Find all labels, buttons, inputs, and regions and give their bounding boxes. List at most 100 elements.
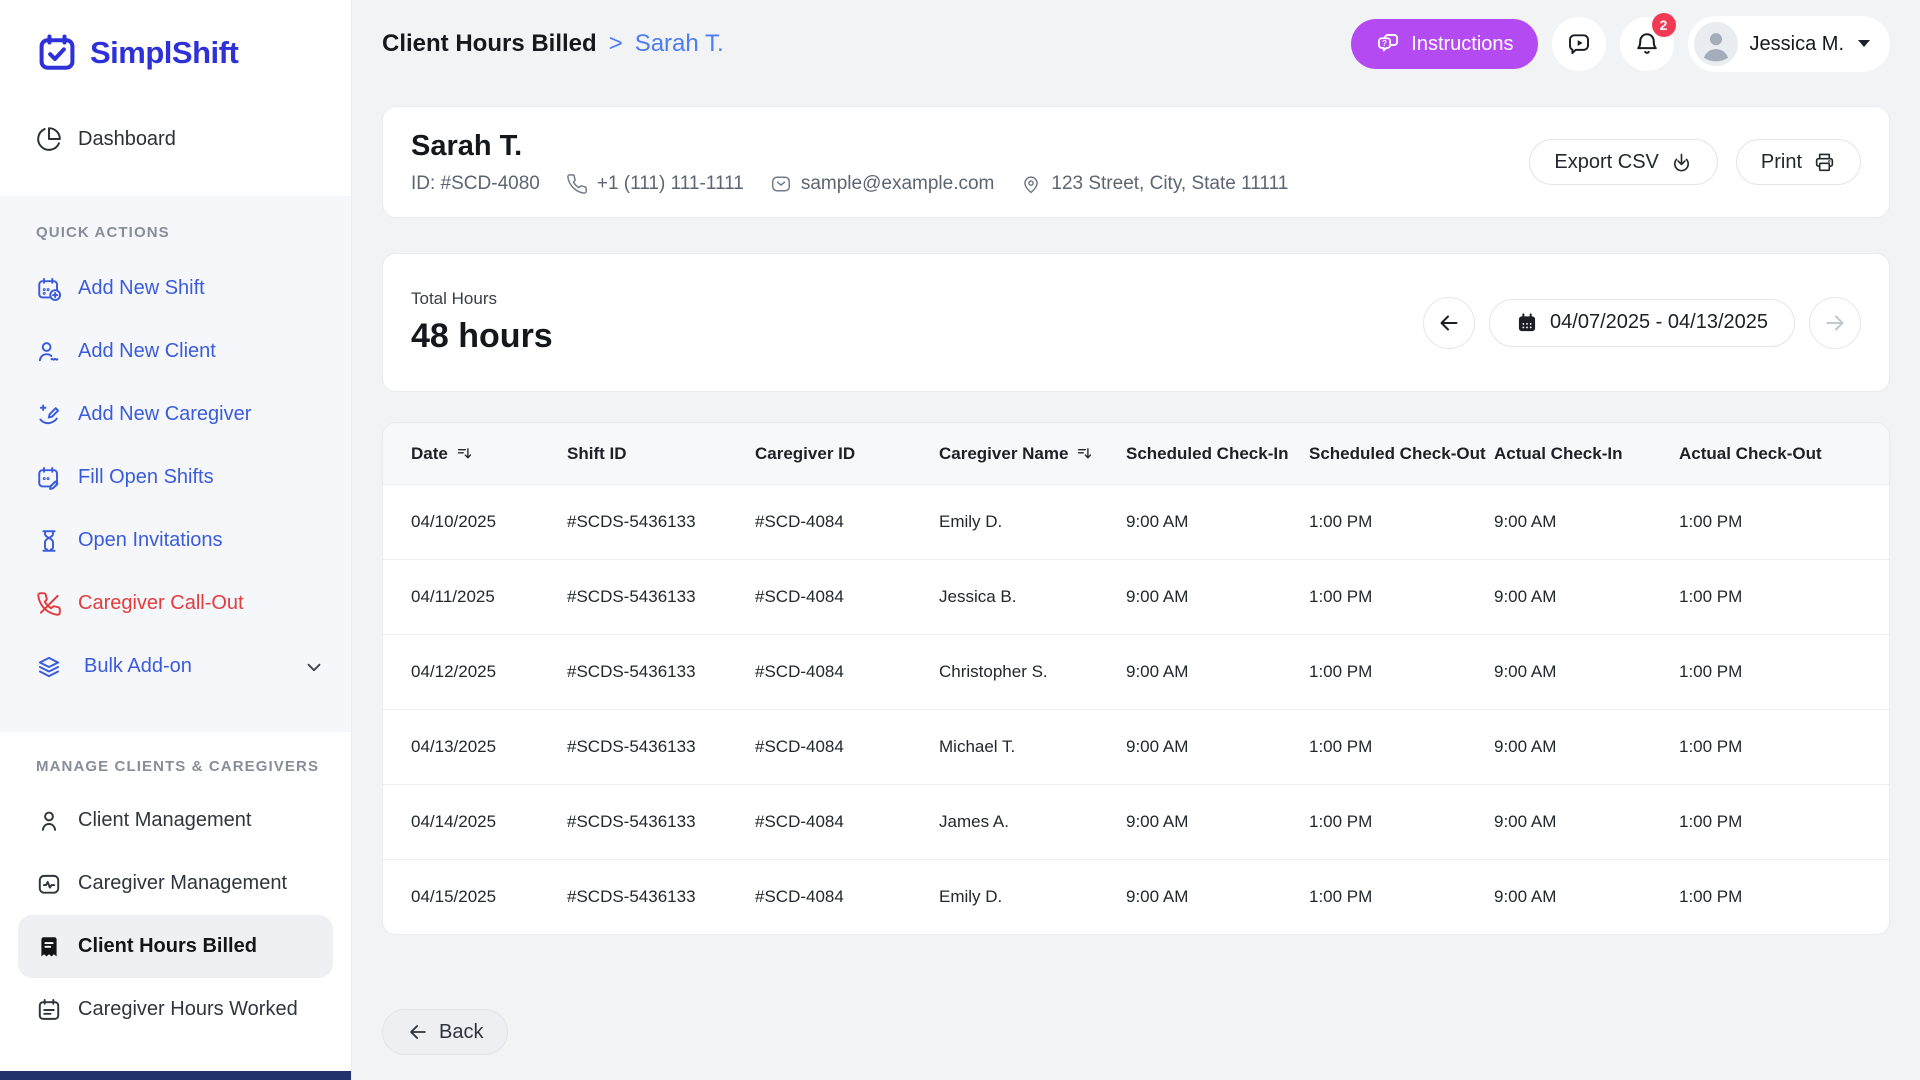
- total-hours-label: Total Hours: [411, 289, 553, 309]
- app-window: SimplShift Dashboard QUICK ACTIONS: [0, 0, 1920, 1080]
- video-chat-button[interactable]: [1552, 17, 1606, 71]
- calendar-lines-icon: [36, 997, 62, 1023]
- cell-scheduled-check-in: 9:00 AM: [1126, 887, 1309, 907]
- cell-scheduled-check-in: 9:00 AM: [1126, 512, 1309, 532]
- export-csv-button[interactable]: Export CSV: [1529, 139, 1717, 185]
- sidebar-item-label: Client Management: [78, 809, 251, 832]
- cell-actual-check-in: 9:00 AM: [1494, 662, 1679, 682]
- hand-pen-plus-icon: [36, 402, 62, 428]
- breadcrumb-root[interactable]: Client Hours Billed: [382, 30, 597, 58]
- cell-date: 04/13/2025: [411, 737, 567, 757]
- column-header-caregiver-name[interactable]: Caregiver Name: [939, 444, 1126, 464]
- print-button[interactable]: Print: [1736, 139, 1861, 185]
- cell-actual-check-in: 9:00 AM: [1494, 737, 1679, 757]
- table-body: 04/10/2025 #SCDS-5436133 #SCD-4084 Emily…: [383, 484, 1889, 934]
- brand-name: SimplShift: [90, 35, 238, 71]
- sidebar-item-bulk-add-on[interactable]: Bulk Add-on: [36, 635, 331, 698]
- cell-caregiver-name: Michael T.: [939, 737, 1126, 757]
- sidebar: SimplShift Dashboard QUICK ACTIONS: [0, 0, 352, 1080]
- cell-actual-check-in: 9:00 AM: [1494, 887, 1679, 907]
- date-range-value: 04/07/2025 - 04/13/2025: [1550, 311, 1768, 334]
- sidebar-item-open-invitations[interactable]: Open Invitations: [36, 509, 331, 572]
- sidebar-item-label: Caregiver Hours Worked: [78, 998, 298, 1021]
- breadcrumb: Client Hours Billed > Sarah T.: [382, 30, 724, 58]
- table-row: 04/11/2025 #SCDS-5436133 #SCD-4084 Jessi…: [383, 559, 1889, 634]
- column-header-shift-id: Shift ID: [567, 444, 755, 464]
- sidebar-item-label: Open Invitations: [78, 529, 223, 552]
- sidebar-item-client-hours-billed[interactable]: Client Hours Billed: [18, 915, 333, 978]
- sort-icon[interactable]: [456, 445, 473, 462]
- cell-caregiver-id: #SCD-4084: [755, 587, 939, 607]
- total-hours-value: 48 hours: [411, 317, 553, 356]
- cell-shift-id: #SCDS-5436133: [567, 587, 755, 607]
- cell-actual-check-out: 1:00 PM: [1679, 587, 1889, 607]
- cell-caregiver-id: #SCD-4084: [755, 812, 939, 832]
- sidebar-item-label: Add New Shift: [78, 277, 205, 300]
- sidebar-item-client-management[interactable]: Client Management: [18, 789, 333, 852]
- sidebar-item-label: Caregiver Call-Out: [78, 592, 244, 615]
- brand-logo: SimplShift: [0, 0, 351, 74]
- quick-actions-title: QUICK ACTIONS: [36, 224, 331, 241]
- cell-actual-check-in: 9:00 AM: [1494, 587, 1679, 607]
- cell-caregiver-id: #SCD-4084: [755, 662, 939, 682]
- cell-date: 04/11/2025: [411, 587, 567, 607]
- cell-caregiver-name: Christopher S.: [939, 662, 1126, 682]
- back-button[interactable]: Back: [382, 1009, 508, 1055]
- back-label: Back: [439, 1021, 483, 1044]
- cell-caregiver-name: James A.: [939, 812, 1126, 832]
- phone-off-icon: [36, 591, 62, 617]
- monitor-pulse-icon: [36, 871, 62, 897]
- person-wave-icon: [36, 339, 62, 365]
- pie-chart-icon: [36, 126, 62, 152]
- sort-icon[interactable]: [1076, 445, 1093, 462]
- breadcrumb-current[interactable]: Sarah T.: [635, 30, 724, 58]
- calendar-plus-icon: [36, 276, 62, 302]
- phone-icon: [566, 173, 588, 195]
- notifications-button[interactable]: 2: [1620, 17, 1674, 71]
- client-email: sample@example.com: [770, 173, 995, 195]
- cell-actual-check-out: 1:00 PM: [1679, 662, 1889, 682]
- next-week-button[interactable]: [1809, 297, 1861, 349]
- sidebar-item-dashboard[interactable]: Dashboard: [36, 126, 351, 152]
- avatar: [1694, 22, 1738, 66]
- cell-date: 04/10/2025: [411, 512, 567, 532]
- cell-caregiver-id: #SCD-4084: [755, 887, 939, 907]
- manage-section: MANAGE CLIENTS & CAREGIVERS Client Manag…: [0, 758, 351, 1041]
- cell-actual-check-in: 9:00 AM: [1494, 512, 1679, 532]
- sidebar-item-caregiver-call-out[interactable]: Caregiver Call-Out: [36, 572, 331, 635]
- arrow-right-icon: [1823, 311, 1847, 335]
- cell-actual-check-out: 1:00 PM: [1679, 737, 1889, 757]
- table-row: 04/13/2025 #SCDS-5436133 #SCD-4084 Micha…: [383, 709, 1889, 784]
- shifts-table: Date Shift ID Caregiver ID Caregiver Nam…: [382, 422, 1890, 935]
- cell-date: 04/12/2025: [411, 662, 567, 682]
- previous-week-button[interactable]: [1423, 297, 1475, 349]
- sidebar-item-add-new-shift[interactable]: Add New Shift: [36, 257, 331, 320]
- mail-icon: [770, 173, 792, 195]
- sidebar-bottom-accent: [0, 1071, 351, 1080]
- table-row: 04/15/2025 #SCDS-5436133 #SCD-4084 Emily…: [383, 859, 1889, 934]
- cell-scheduled-check-in: 9:00 AM: [1126, 587, 1309, 607]
- hourglass-icon: [36, 528, 62, 554]
- user-menu[interactable]: Jessica M.: [1688, 16, 1890, 72]
- sidebar-item-fill-open-shifts[interactable]: Fill Open Shifts: [36, 446, 331, 509]
- calendar-check-logo-icon: [36, 32, 78, 74]
- sidebar-item-caregiver-hours-worked[interactable]: Caregiver Hours Worked: [18, 978, 333, 1041]
- breadcrumb-separator: >: [609, 30, 623, 58]
- cell-actual-check-out: 1:00 PM: [1679, 512, 1889, 532]
- cell-caregiver-name: Emily D.: [939, 887, 1126, 907]
- cell-actual-check-out: 1:00 PM: [1679, 887, 1889, 907]
- sidebar-item-caregiver-management[interactable]: Caregiver Management: [18, 852, 333, 915]
- sidebar-item-label: Add New Caregiver: [78, 403, 251, 426]
- cell-caregiver-id: #SCD-4084: [755, 512, 939, 532]
- sidebar-item-add-new-caregiver[interactable]: Add New Caregiver: [36, 383, 331, 446]
- column-header-date[interactable]: Date: [411, 444, 567, 464]
- table-row: 04/14/2025 #SCDS-5436133 #SCD-4084 James…: [383, 784, 1889, 859]
- client-phone: +1 (111) 111-1111: [566, 173, 744, 195]
- notification-badge: 2: [1652, 13, 1676, 37]
- instructions-button[interactable]: ? Instructions: [1351, 19, 1537, 69]
- cell-scheduled-check-out: 1:00 PM: [1309, 737, 1494, 757]
- date-range-picker[interactable]: 04/07/2025 - 04/13/2025: [1489, 299, 1795, 347]
- client-id: ID: #SCD-4080: [411, 173, 540, 195]
- sidebar-item-add-new-client[interactable]: Add New Client: [36, 320, 331, 383]
- client-name: Sarah T.: [411, 130, 1288, 163]
